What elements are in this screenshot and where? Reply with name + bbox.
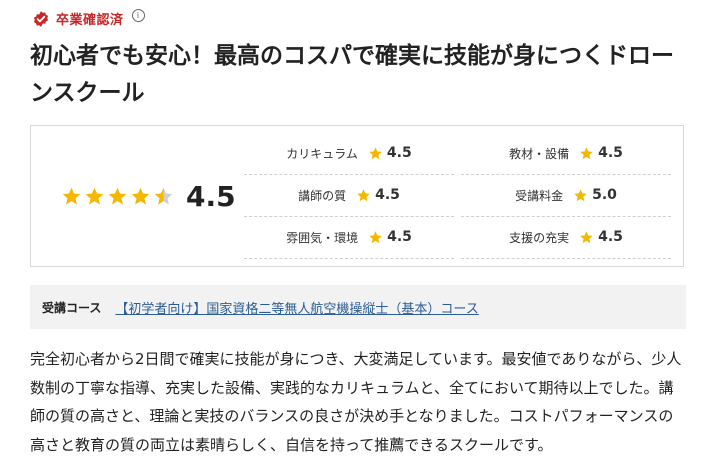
star-icon	[369, 230, 382, 243]
star-icon	[131, 187, 150, 205]
star-icon	[85, 187, 104, 205]
category-materials: 教材・設備 4.5	[461, 132, 671, 175]
star-icon	[580, 146, 593, 159]
category-score: 4.5	[375, 187, 400, 203]
category-fee: 受講料金 5.0	[461, 174, 671, 217]
star-icon	[357, 188, 370, 201]
category-score: 4.5	[598, 145, 623, 161]
category-label: カリキュラム	[286, 146, 358, 161]
category-instructor: 講師の質 4.5	[244, 174, 454, 217]
category-label: 支援の充実	[509, 230, 570, 245]
course-row: 受講コース 【初学者向け】国家資格二等無人航空機操縦士（基本）コース	[30, 285, 686, 329]
star-icon	[580, 230, 593, 243]
review-title: 初心者でも安心！最高のコスパで確実に技能が身につくドローンスクール	[30, 43, 674, 106]
category-score: 4.5	[598, 229, 623, 245]
star-icon	[108, 187, 127, 205]
category-score: 4.5	[387, 229, 412, 245]
half-star-icon	[154, 187, 173, 205]
category-support: 支援の充実 4.5	[461, 216, 671, 259]
category-curriculum: カリキュラム 4.5	[244, 132, 454, 175]
overall-stars	[61, 186, 174, 207]
verified-badge: 卒業確認済 i	[32, 9, 145, 28]
overall-score: 4.5	[186, 180, 236, 213]
star-icon	[62, 187, 81, 205]
star-icon	[574, 188, 587, 201]
category-label: 受講料金	[515, 188, 564, 203]
verified-label: 卒業確認済	[56, 13, 124, 28]
category-label: 教材・設備	[509, 146, 570, 161]
verified-check-icon	[33, 10, 49, 27]
course-label: 受講コース	[42, 300, 102, 315]
star-icon	[369, 146, 382, 159]
category-label: 雰囲気・環境	[286, 230, 359, 245]
category-score: 5.0	[592, 187, 617, 203]
info-icon[interactable]: i	[131, 9, 145, 22]
category-atmosphere: 雰囲気・環境 4.5	[244, 216, 454, 259]
category-score: 4.5	[386, 145, 412, 161]
category-label: 講師の質	[298, 188, 347, 203]
course-link[interactable]: 【初学者向け】国家資格二等無人航空機操縦士（基本）コース	[115, 298, 478, 317]
overall-rating: 4.5	[61, 180, 236, 213]
review-text: 完全初心者から2日間で確実に技能が身につき、大変満足しています。最安値でありなが…	[30, 350, 682, 454]
rating-box: 4.5 カリキュラム 4.5 教材・設備 4.5 講師の質 4.5 受講料金 5…	[30, 125, 684, 267]
